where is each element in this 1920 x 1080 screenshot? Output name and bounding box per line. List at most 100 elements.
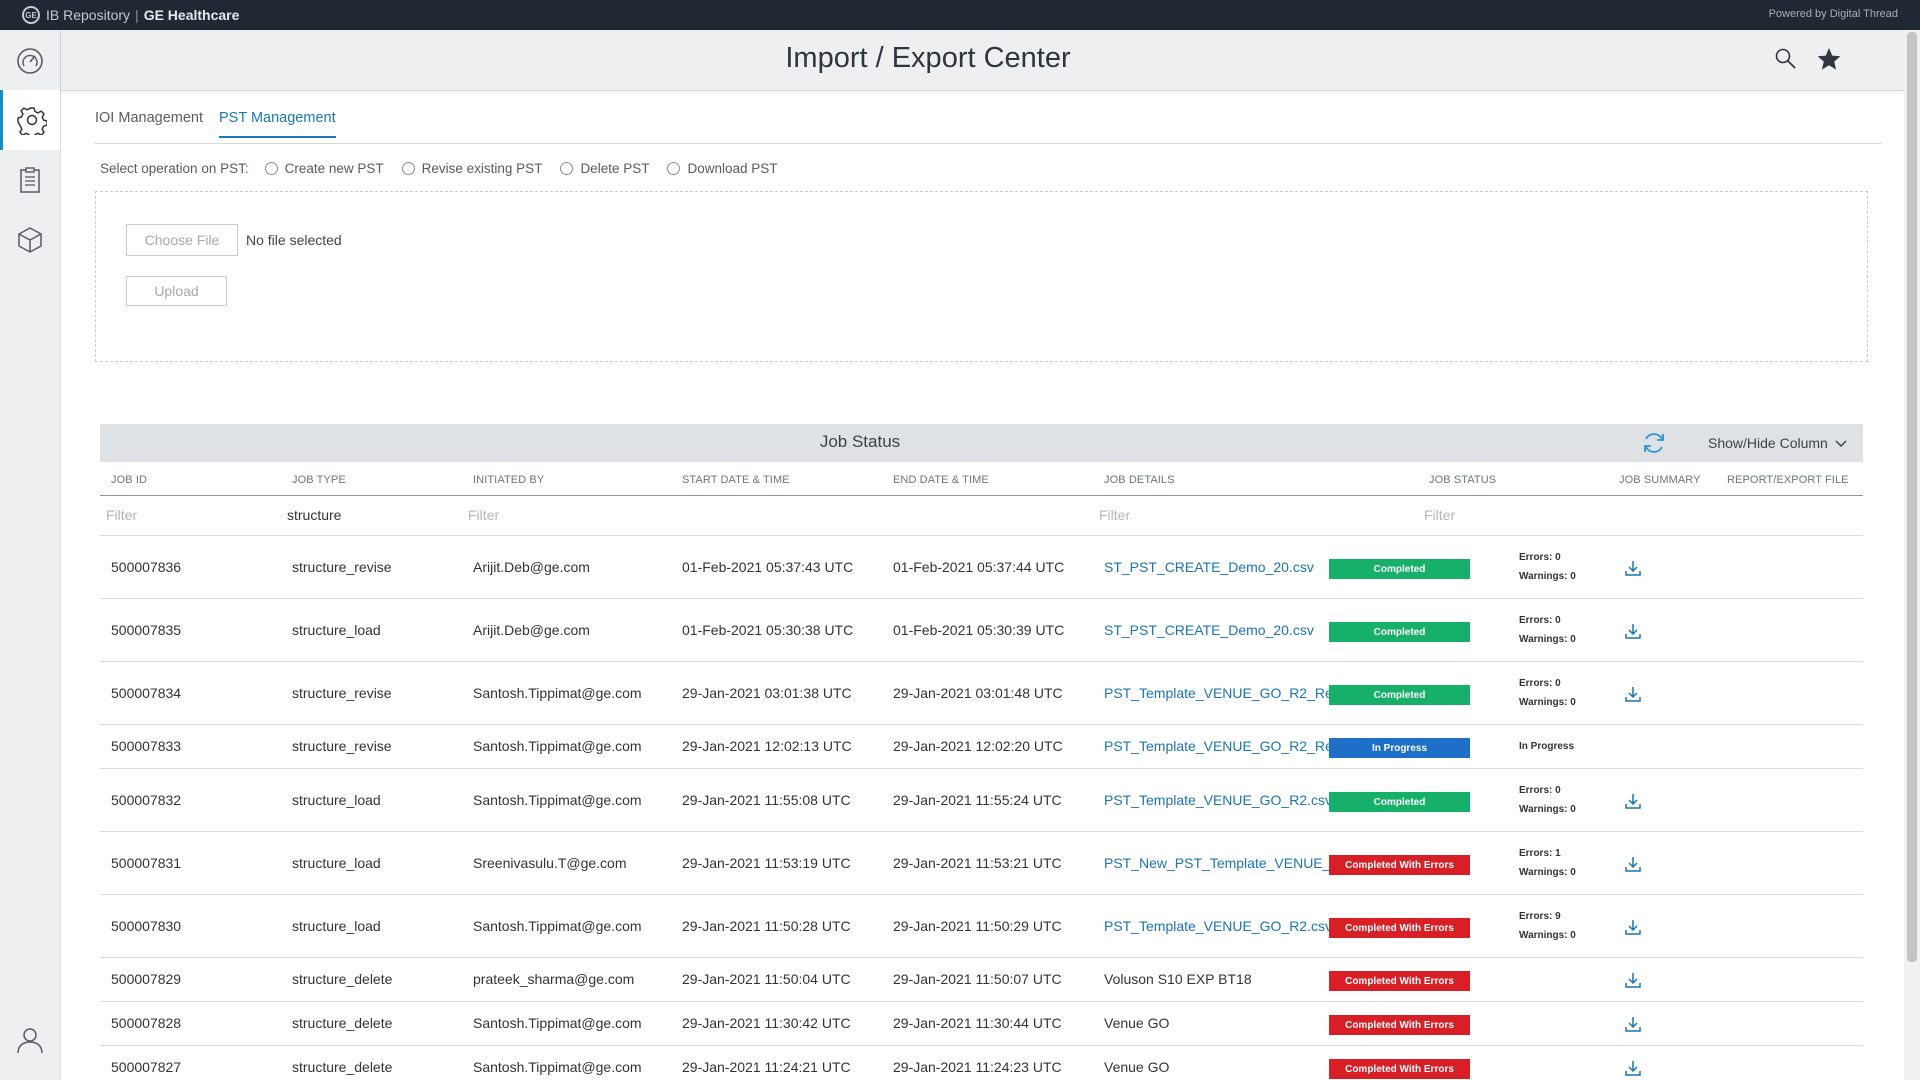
col-job-status[interactable]: JOB STATUS xyxy=(1429,474,1496,486)
file-drop-area[interactable]: Choose File No file selected Upload xyxy=(95,191,1868,362)
operation-selector: Select operation on PST: Create new PST … xyxy=(100,158,796,178)
rail-reports[interactable] xyxy=(0,150,60,210)
gear-icon xyxy=(16,107,47,135)
job-type-cell: structure_delete xyxy=(292,1059,393,1075)
initiated-by-cell: Santosh.Tippimat@ge.com xyxy=(473,738,642,754)
summary-warnings: Warnings: 0 xyxy=(1519,571,1576,582)
page-scrollbar[interactable] xyxy=(1904,30,1920,1080)
job-type-cell: structure_delete xyxy=(292,1015,393,1031)
col-job-summary[interactable]: JOB SUMMARY xyxy=(1619,474,1701,486)
radio-label: Download PST xyxy=(687,160,778,176)
job-id-cell: 500007829 xyxy=(111,971,182,987)
summary-errors: Errors: 0 xyxy=(1519,552,1561,563)
filter-initiated-by[interactable]: Filter xyxy=(468,507,499,523)
summary-warnings: Warnings: 0 xyxy=(1519,804,1576,815)
job-status-header: Job Status Show/Hide Column xyxy=(100,424,1863,462)
summary-errors: Errors: 0 xyxy=(1519,678,1561,689)
search-icon[interactable] xyxy=(1774,47,1798,71)
download-icon[interactable] xyxy=(1624,559,1642,577)
show-hide-column-dropdown[interactable]: Show/Hide Column xyxy=(1708,435,1848,451)
filter-job-details[interactable]: Filter xyxy=(1099,507,1130,523)
radio-circle[interactable] xyxy=(401,161,415,175)
tab-bar: IOI Management PST Management xyxy=(94,104,1882,144)
end-date-cell: 29-Jan-2021 11:30:44 UTC xyxy=(893,1015,1062,1031)
brand: GE IB Repository | GE Healthcare xyxy=(22,6,239,24)
status-badge: Completed xyxy=(1329,559,1470,579)
app-name: IB Repository xyxy=(46,7,131,23)
radio-label: Delete PST xyxy=(580,160,650,176)
end-date-cell: 29-Jan-2021 11:24:23 UTC xyxy=(893,1059,1062,1075)
initiated-by-cell: Arijit.Deb@ge.com xyxy=(473,622,590,638)
download-icon[interactable] xyxy=(1624,622,1642,640)
download-icon[interactable] xyxy=(1624,971,1642,989)
powered-by: Powered by Digital Thread xyxy=(1768,8,1898,20)
star-icon[interactable] xyxy=(1816,46,1842,72)
col-report-export-file[interactable]: REPORT/EXPORT FILE xyxy=(1727,474,1849,486)
initiated-by-cell: Santosh.Tippimat@ge.com xyxy=(473,1015,642,1031)
start-date-cell: 29-Jan-2021 11:30:42 UTC xyxy=(682,1015,851,1031)
rail-products[interactable] xyxy=(0,210,60,270)
table-row: 500007835 structure_load Arijit.Deb@ge.com… xyxy=(100,599,1863,662)
table-row: 500007833 structure_revise Santosh.Tippima… xyxy=(100,725,1863,769)
filter-job-id[interactable]: Filter xyxy=(106,507,137,523)
job-summary: In Progress xyxy=(1519,737,1574,756)
tab-pst-management[interactable]: PST Management xyxy=(219,110,336,138)
initiated-by-cell: Santosh.Tippimat@ge.com xyxy=(473,1059,642,1075)
summary-errors: Errors: 1 xyxy=(1519,848,1561,859)
choose-file-button[interactable]: Choose File xyxy=(126,224,238,256)
rail-user[interactable] xyxy=(0,1010,60,1070)
job-type-cell: structure_load xyxy=(292,918,381,934)
radio-circle[interactable] xyxy=(667,161,681,175)
page-header: Import / Export Center xyxy=(61,30,1904,91)
job-id-cell: 500007831 xyxy=(111,855,182,871)
left-rail xyxy=(0,30,61,1080)
summary-errors: Errors: 9 xyxy=(1519,911,1561,922)
col-end-date[interactable]: END DATE & TIME xyxy=(893,474,989,486)
clipboard-icon xyxy=(20,167,40,193)
end-date-cell: 29-Jan-2021 11:50:29 UTC xyxy=(893,918,1062,934)
table-row: 500007827 structure_delete Santosh.Tippima… xyxy=(100,1046,1863,1080)
col-job-details[interactable]: JOB DETAILS xyxy=(1104,474,1175,486)
download-icon[interactable] xyxy=(1624,855,1642,873)
status-badge: Completed With Errors xyxy=(1329,918,1470,938)
start-date-cell: 29-Jan-2021 11:50:04 UTC xyxy=(682,971,851,987)
radio-create-new-pst[interactable]: Create new PST xyxy=(264,161,384,176)
radio-delete-pst[interactable]: Delete PST xyxy=(560,161,649,176)
table-row: 500007834 structure_revise Santosh.Tippima… xyxy=(100,662,1863,725)
download-icon[interactable] xyxy=(1624,918,1642,936)
download-icon[interactable] xyxy=(1624,792,1642,810)
job-id-cell: 500007828 xyxy=(111,1015,182,1031)
download-icon[interactable] xyxy=(1624,1015,1642,1033)
col-start-date[interactable]: START DATE & TIME xyxy=(682,474,790,486)
table-row: 500007832 structure_load Santosh.Tippimat@… xyxy=(100,769,1863,832)
filter-job-type[interactable]: structure xyxy=(287,507,341,523)
job-details-cell[interactable]: ST_PST_CREATE_Demo_20.csv xyxy=(1104,559,1314,575)
job-id-cell: 500007833 xyxy=(111,738,182,754)
download-icon[interactable] xyxy=(1624,1059,1642,1077)
col-initiated-by[interactable]: INITIATED BY xyxy=(473,474,544,486)
job-details-cell[interactable]: PST_Template_VENUE_GO_R2.csv xyxy=(1104,918,1332,934)
summary-warnings: Warnings: 0 xyxy=(1519,697,1576,708)
radio-download-pst[interactable]: Download PST xyxy=(667,160,778,176)
status-badge: Completed xyxy=(1329,622,1470,642)
download-icon[interactable] xyxy=(1624,685,1642,703)
initiated-by-cell: Arijit.Deb@ge.com xyxy=(473,559,590,575)
refresh-icon[interactable] xyxy=(1641,430,1667,456)
upload-button[interactable]: Upload xyxy=(126,276,227,306)
col-job-id[interactable]: JOB ID xyxy=(111,474,147,486)
filter-job-status[interactable]: Filter xyxy=(1424,507,1455,523)
initiated-by-cell: Santosh.Tippimat@ge.com xyxy=(473,685,642,701)
file-status-text: No file selected xyxy=(246,232,342,248)
job-details-cell[interactable]: PST_Template_VENUE_GO_R2.csv xyxy=(1104,792,1332,808)
radio-circle[interactable] xyxy=(560,161,574,175)
job-id-cell: 500007835 xyxy=(111,622,182,638)
job-details-cell[interactable]: ST_PST_CREATE_Demo_20.csv xyxy=(1104,622,1314,638)
rail-dashboard[interactable] xyxy=(0,30,60,90)
job-type-cell: structure_revise xyxy=(292,559,392,575)
radio-revise-existing-pst[interactable]: Revise existing PST xyxy=(401,161,542,176)
tab-ioi-management[interactable]: IOI Management xyxy=(95,110,203,136)
rail-settings[interactable] xyxy=(0,90,60,150)
scrollbar-thumb[interactable] xyxy=(1907,32,1917,962)
col-job-type[interactable]: JOB TYPE xyxy=(292,474,346,486)
radio-circle[interactable] xyxy=(264,161,278,175)
